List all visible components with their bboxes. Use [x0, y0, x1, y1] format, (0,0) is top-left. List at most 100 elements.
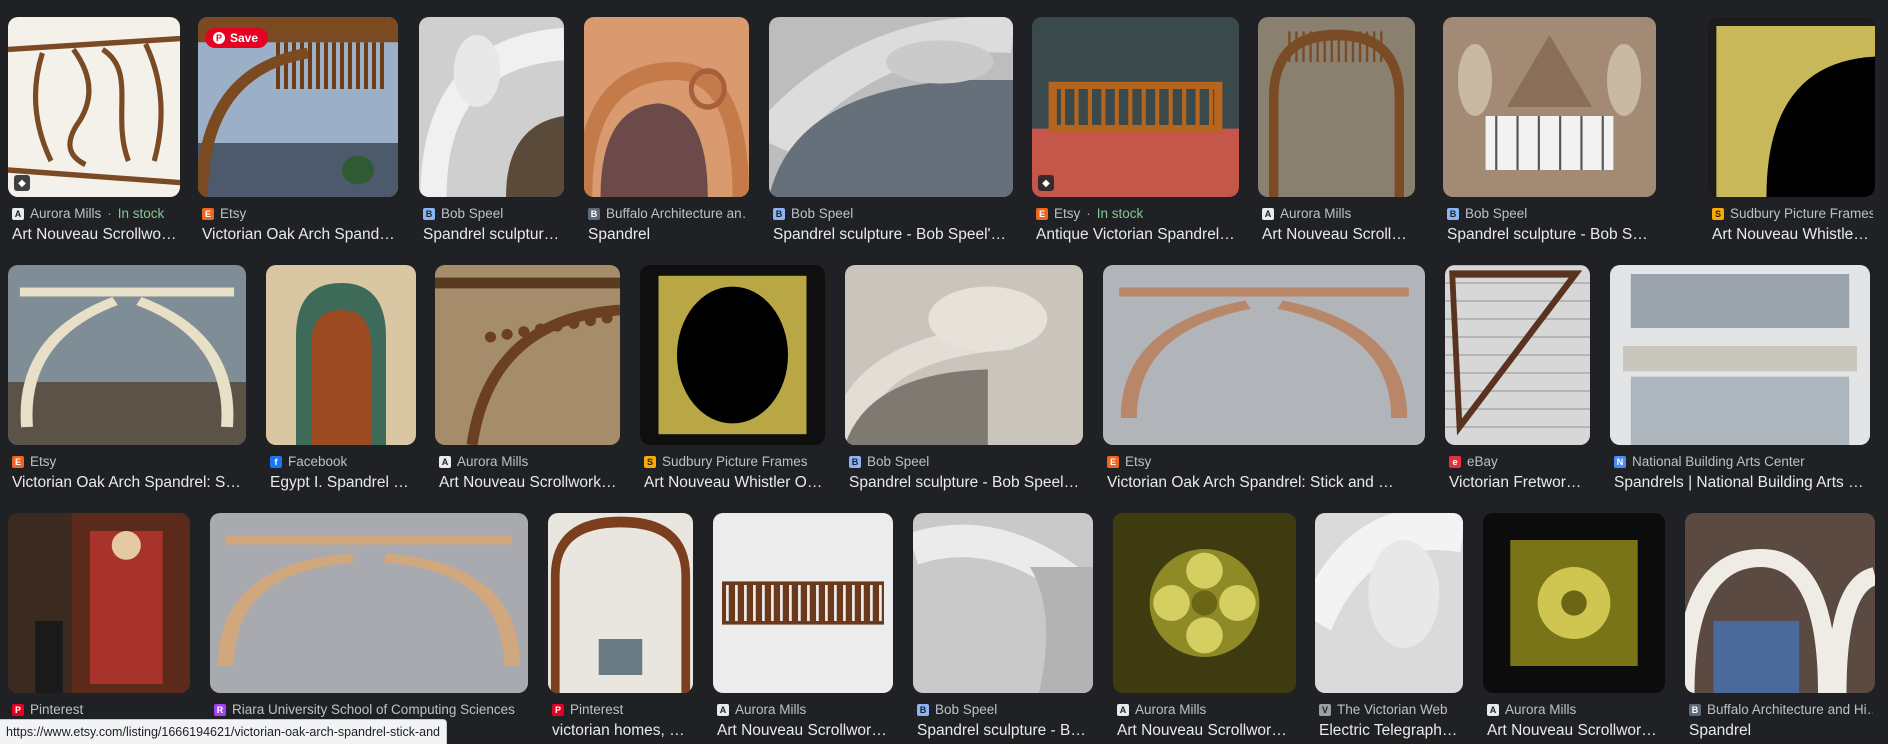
image-result[interactable]: S Sudbury Picture Frames Art Nouveau Whist… [640, 265, 825, 495]
result-source[interactable]: N National Building Arts Center [1614, 454, 1868, 469]
result-source[interactable]: E Etsy [12, 454, 244, 469]
result-thumbnail[interactable] [1103, 265, 1425, 445]
result-title[interactable]: Spandrel sculpture - Bob Speel's W… [1447, 226, 1654, 244]
result-title[interactable]: Spandrel sculpture - Bob Speel's W… [773, 226, 1011, 244]
image-result[interactable]: B Bob Speel Spandrel sculpture -… [419, 17, 564, 247]
image-result[interactable]: A Aurora Mills Art Nouveau Scrollwork S… [713, 513, 893, 743]
image-result[interactable]: E Etsy Victorian Oak Arch Spandrel: Stick … [1103, 265, 1425, 495]
result-source[interactable]: B Bob Speel [423, 206, 562, 221]
image-result[interactable]: B Bob Speel Spandrel sculpture - Bob Speel… [845, 265, 1083, 495]
result-thumbnail[interactable] [210, 513, 528, 693]
result-thumbnail[interactable] [1315, 513, 1463, 693]
result-source[interactable]: V The Victorian Web [1319, 702, 1461, 717]
image-result[interactable]: V The Victorian Web Electric Telegraph (… [1315, 513, 1463, 743]
image-result[interactable]: B Buffalo Architecture and Hi… Spandrel [1685, 513, 1875, 743]
result-thumbnail[interactable] [1483, 513, 1665, 693]
result-title[interactable]: Spandrel sculpture - Bob … [917, 722, 1091, 740]
result-source[interactable]: e eBay [1449, 454, 1588, 469]
result-title[interactable]: Art Nouveau Scrollwork S… [1487, 722, 1663, 740]
result-source[interactable]: B Buffalo Architecture and Hi… [1689, 702, 1873, 717]
image-result[interactable]: N National Building Arts Center Spandrels … [1610, 265, 1870, 495]
result-source[interactable]: A Aurora Mills · In stock [12, 206, 178, 221]
image-result[interactable]: R Riara University School of Computing Sc… [210, 513, 528, 743]
result-source[interactable]: B Bob Speel [773, 206, 1011, 221]
result-thumbnail[interactable] [266, 265, 416, 445]
result-source[interactable]: S Sudbury Picture Frames [1712, 206, 1873, 221]
result-thumbnail[interactable]: ◆ [8, 17, 180, 197]
result-title[interactable]: Spandrels | National Building Arts Cen… [1614, 474, 1868, 492]
result-source[interactable]: A Aurora Mills [717, 702, 891, 717]
result-thumbnail[interactable] [1445, 265, 1590, 445]
result-thumbnail[interactable] [713, 513, 893, 693]
result-source[interactable]: A Aurora Mills [1487, 702, 1663, 717]
image-result[interactable]: P Pinterest victorian homes, vic… [548, 513, 693, 743]
result-title[interactable]: Art Nouveau Whistler … [1712, 226, 1873, 244]
result-thumbnail[interactable] [584, 17, 749, 197]
result-title[interactable]: Spandrel sculpture -… [423, 226, 562, 244]
result-source[interactable]: E Etsy [202, 206, 396, 221]
result-thumbnail[interactable] [1610, 265, 1870, 445]
result-thumbnail[interactable] [913, 513, 1093, 693]
result-title[interactable]: Victorian Oak Arch Spandrel: Stick… [12, 474, 244, 492]
image-result[interactable]: A Aurora Mills Art Nouveau Scrollwork S… [1483, 513, 1665, 743]
result-source[interactable]: A Aurora Mills [1117, 702, 1294, 717]
image-result[interactable]: E Etsy Victorian Oak Arch Spandrel: Stick… [8, 265, 246, 495]
result-title[interactable]: Spandrel [588, 226, 747, 244]
image-result[interactable]: A Aurora Mills Art Nouveau Scrollwork S… [1113, 513, 1296, 743]
image-result[interactable]: ◆ A Aurora Mills · In stock Art Nouveau Scrol… [8, 17, 180, 247]
result-title[interactable]: Victorian Oak Arch Spandrel: … [202, 226, 396, 244]
image-result[interactable]: f Facebook Egypt I. Spandrel ab… [266, 265, 416, 495]
result-thumbnail[interactable] [640, 265, 825, 445]
result-title[interactable]: victorian homes, vic… [552, 722, 691, 740]
result-thumbnail[interactable] [548, 513, 693, 693]
result-source[interactable]: E Etsy [1107, 454, 1423, 469]
image-result[interactable]: ◆ E Etsy · In stock Antique Victorian Spandre… [1032, 17, 1239, 247]
result-thumbnail[interactable]: ◆ [1032, 17, 1239, 197]
result-title[interactable]: Art Nouveau Scrollwork S… [717, 722, 891, 740]
result-title[interactable]: Egypt I. Spandrel ab… [270, 474, 414, 492]
image-result[interactable]: B Bob Speel Spandrel sculpture - Bob Speel… [769, 17, 1013, 247]
result-thumbnail[interactable] [419, 17, 564, 197]
result-source[interactable]: P Pinterest [552, 702, 691, 717]
result-source[interactable]: A Aurora Mills [1262, 206, 1413, 221]
result-title[interactable]: Art Nouveau Scrollwor… [1262, 226, 1413, 244]
image-result[interactable]: A Aurora Mills Art Nouveau Scrollwork S… [435, 265, 620, 495]
result-source[interactable]: P Pinterest [12, 702, 188, 717]
result-source[interactable]: B Bob Speel [1447, 206, 1654, 221]
result-thumbnail[interactable] [1708, 17, 1875, 197]
pinterest-save-button[interactable]: P Save [205, 28, 269, 48]
result-title[interactable]: Spandrel [1689, 722, 1873, 740]
result-thumbnail[interactable] [8, 265, 246, 445]
result-source[interactable]: E Etsy · In stock [1036, 206, 1237, 221]
result-source[interactable]: B Bob Speel [917, 702, 1091, 717]
result-source[interactable]: R Riara University School of Computing Sc… [214, 702, 526, 717]
image-result[interactable]: A Aurora Mills Art Nouveau Scrollwor… [1258, 17, 1415, 247]
result-thumbnail[interactable] [1113, 513, 1296, 693]
result-title[interactable]: Electric Telegraph (… [1319, 722, 1461, 740]
result-thumbnail[interactable] [845, 265, 1083, 445]
result-source[interactable]: S Sudbury Picture Frames [644, 454, 823, 469]
result-title[interactable]: Spandrel sculpture - Bob Speel's … [849, 474, 1081, 492]
result-thumbnail[interactable] [435, 265, 620, 445]
result-title[interactable]: Art Nouveau Scrollwork S… [439, 474, 618, 492]
result-source[interactable]: B Bob Speel [849, 454, 1081, 469]
result-source[interactable]: f Facebook [270, 454, 414, 469]
result-source[interactable]: A Aurora Mills [439, 454, 618, 469]
result-thumbnail[interactable] [1685, 513, 1875, 693]
result-thumbnail[interactable] [8, 513, 190, 693]
result-thumbnail[interactable] [1443, 17, 1656, 197]
result-title[interactable]: Antique Victorian Spandrel Fr… [1036, 226, 1237, 244]
result-title[interactable]: Art Nouveau Scrollwork S… [1117, 722, 1294, 740]
result-title[interactable]: Art Nouveau Whistler Out… [644, 474, 823, 492]
result-source[interactable]: B Buffalo Architecture an… [588, 206, 747, 221]
result-title[interactable]: Victorian Fretwork … [1449, 474, 1588, 492]
result-title[interactable]: Art Nouveau Scrollwor… [12, 226, 178, 244]
result-thumbnail[interactable] [769, 17, 1013, 197]
image-result[interactable]: B Bob Speel Spandrel sculpture - Bob Speel… [1443, 17, 1656, 247]
result-thumbnail[interactable] [1258, 17, 1415, 197]
image-result[interactable]: S Sudbury Picture Frames Art Nouveau Whist… [1708, 17, 1875, 247]
image-result[interactable]: E Etsy Victorian Oak Arch Spandrel: … [198, 17, 398, 247]
image-result[interactable]: P Pinterest [8, 513, 190, 743]
image-result[interactable]: e eBay Victorian Fretwork … [1445, 265, 1590, 495]
result-title[interactable]: Victorian Oak Arch Spandrel: Stick and … [1107, 474, 1423, 492]
